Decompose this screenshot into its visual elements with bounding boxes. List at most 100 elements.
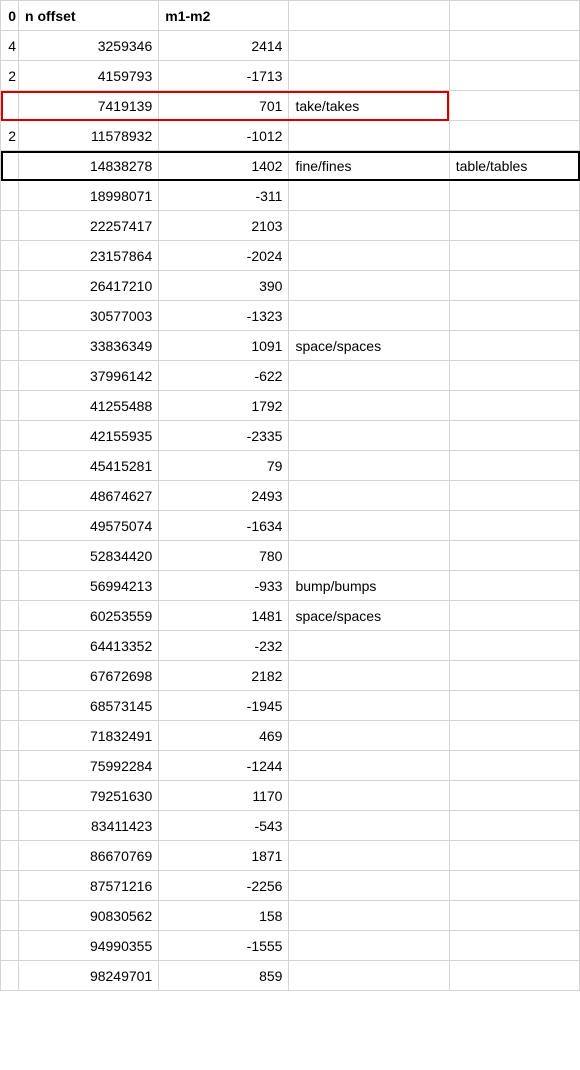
cell-c[interactable]: 2182 bbox=[159, 661, 289, 691]
cell-c[interactable]: 158 bbox=[159, 901, 289, 931]
cell-d[interactable]: take/takes bbox=[289, 91, 449, 121]
cell-e[interactable] bbox=[449, 691, 579, 721]
table-row[interactable]: 4541528179 bbox=[1, 451, 580, 481]
cell-e[interactable] bbox=[449, 961, 579, 991]
cell-b[interactable]: 52834420 bbox=[19, 541, 159, 571]
cell-a[interactable]: 2 bbox=[1, 121, 19, 151]
cell-b[interactable]: 33836349 bbox=[19, 331, 159, 361]
cell-b[interactable]: 68573145 bbox=[19, 691, 159, 721]
cell-e[interactable] bbox=[449, 721, 579, 751]
cell-e[interactable] bbox=[449, 61, 579, 91]
cell-d[interactable] bbox=[289, 451, 449, 481]
cell-c[interactable]: -1945 bbox=[159, 691, 289, 721]
cell-d[interactable] bbox=[289, 961, 449, 991]
cell-d[interactable] bbox=[289, 31, 449, 61]
cell-a[interactable] bbox=[1, 391, 19, 421]
cell-b[interactable]: 87571216 bbox=[19, 871, 159, 901]
cell-a[interactable] bbox=[1, 451, 19, 481]
table-row[interactable]: 87571216-2256 bbox=[1, 871, 580, 901]
cell-d[interactable] bbox=[289, 211, 449, 241]
cell-c[interactable]: 1871 bbox=[159, 841, 289, 871]
cell-c[interactable]: -1713 bbox=[159, 61, 289, 91]
cell-b[interactable]: 67672698 bbox=[19, 661, 159, 691]
cell-d[interactable] bbox=[289, 931, 449, 961]
cell-d[interactable] bbox=[289, 391, 449, 421]
cell-b[interactable]: 23157864 bbox=[19, 241, 159, 271]
cell-a[interactable] bbox=[1, 781, 19, 811]
cell-e[interactable] bbox=[449, 901, 579, 931]
table-row[interactable]: 866707691871 bbox=[1, 841, 580, 871]
cell-e[interactable] bbox=[449, 931, 579, 961]
cell-b[interactable]: 26417210 bbox=[19, 271, 159, 301]
cell-a[interactable] bbox=[1, 541, 19, 571]
cell-c[interactable]: 390 bbox=[159, 271, 289, 301]
cell-e[interactable] bbox=[449, 481, 579, 511]
cell-b[interactable]: 22257417 bbox=[19, 211, 159, 241]
cell-d[interactable]: fine/fines bbox=[289, 151, 449, 181]
cell-b[interactable]: 7419139 bbox=[19, 91, 159, 121]
cell-a[interactable]: 2 bbox=[1, 61, 19, 91]
table-row[interactable]: 432593462414 bbox=[1, 31, 580, 61]
cell-d[interactable] bbox=[289, 511, 449, 541]
cell-e[interactable] bbox=[449, 331, 579, 361]
cell-c[interactable]: -1244 bbox=[159, 751, 289, 781]
table-row[interactable]: 64413352-232 bbox=[1, 631, 580, 661]
cell-d[interactable] bbox=[289, 61, 449, 91]
table-row[interactable]: 42155935-2335 bbox=[1, 421, 580, 451]
cell-c[interactable]: 859 bbox=[159, 961, 289, 991]
table-row[interactable]: 222574172103 bbox=[1, 211, 580, 241]
cell-e[interactable] bbox=[449, 541, 579, 571]
cell-b[interactable]: 86670769 bbox=[19, 841, 159, 871]
cell-a[interactable] bbox=[1, 841, 19, 871]
cell-b[interactable]: 75992284 bbox=[19, 751, 159, 781]
header-cell-m1-m2[interactable]: m1-m2 bbox=[159, 1, 289, 31]
cell-a[interactable] bbox=[1, 241, 19, 271]
cell-c[interactable]: 1481 bbox=[159, 601, 289, 631]
cell-d[interactable] bbox=[289, 181, 449, 211]
cell-c[interactable]: -622 bbox=[159, 361, 289, 391]
header-cell-e[interactable] bbox=[449, 1, 579, 31]
cell-a[interactable] bbox=[1, 691, 19, 721]
cell-c[interactable]: -543 bbox=[159, 811, 289, 841]
cell-e[interactable] bbox=[449, 781, 579, 811]
cell-c[interactable]: 469 bbox=[159, 721, 289, 751]
cell-b[interactable]: 64413352 bbox=[19, 631, 159, 661]
cell-a[interactable] bbox=[1, 511, 19, 541]
cell-b[interactable]: 11578932 bbox=[19, 121, 159, 151]
cell-c[interactable]: 2414 bbox=[159, 31, 289, 61]
cell-c[interactable]: -933 bbox=[159, 571, 289, 601]
cell-a[interactable] bbox=[1, 661, 19, 691]
table-row[interactable]: 94990355-1555 bbox=[1, 931, 580, 961]
table-row[interactable]: 18998071-311 bbox=[1, 181, 580, 211]
cell-a[interactable]: 4 bbox=[1, 31, 19, 61]
cell-d[interactable] bbox=[289, 781, 449, 811]
cell-a[interactable] bbox=[1, 571, 19, 601]
cell-e[interactable] bbox=[449, 511, 579, 541]
cell-e[interactable] bbox=[449, 421, 579, 451]
table-row[interactable]: 90830562158 bbox=[1, 901, 580, 931]
cell-d[interactable] bbox=[289, 301, 449, 331]
cell-a[interactable] bbox=[1, 901, 19, 931]
cell-a[interactable] bbox=[1, 361, 19, 391]
table-row[interactable]: 83411423-543 bbox=[1, 811, 580, 841]
table-row[interactable]: 338363491091space/spaces bbox=[1, 331, 580, 361]
cell-e[interactable] bbox=[449, 811, 579, 841]
cell-e[interactable] bbox=[449, 31, 579, 61]
cell-c[interactable]: 1091 bbox=[159, 331, 289, 361]
cell-c[interactable]: 79 bbox=[159, 451, 289, 481]
cell-d[interactable] bbox=[289, 811, 449, 841]
cell-e[interactable] bbox=[449, 361, 579, 391]
cell-b[interactable]: 41255488 bbox=[19, 391, 159, 421]
cell-e[interactable] bbox=[449, 181, 579, 211]
header-cell-a[interactable]: 0 bbox=[1, 1, 19, 31]
cell-b[interactable]: 60253559 bbox=[19, 601, 159, 631]
table-row[interactable]: 211578932-1012 bbox=[1, 121, 580, 151]
cell-b[interactable]: 45415281 bbox=[19, 451, 159, 481]
cell-c[interactable]: 2493 bbox=[159, 481, 289, 511]
cell-a[interactable] bbox=[1, 631, 19, 661]
table-row[interactable]: 71832491469 bbox=[1, 721, 580, 751]
cell-c[interactable]: 780 bbox=[159, 541, 289, 571]
table-row[interactable]: 98249701859 bbox=[1, 961, 580, 991]
cell-c[interactable]: -1555 bbox=[159, 931, 289, 961]
cell-b[interactable]: 71832491 bbox=[19, 721, 159, 751]
